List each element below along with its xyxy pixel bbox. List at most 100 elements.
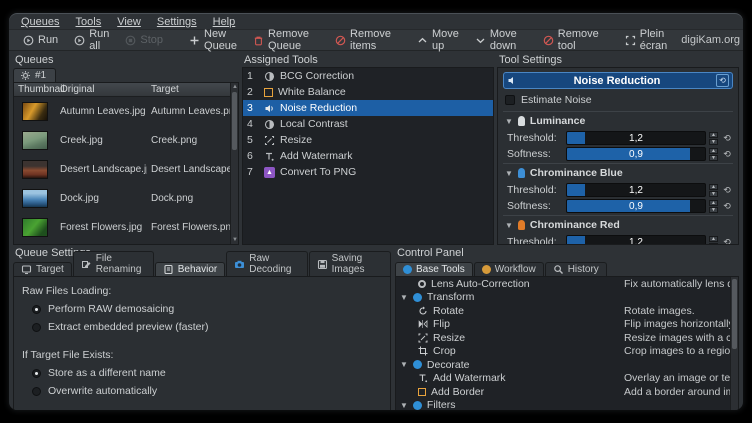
- threshold-spinner[interactable]: ▲▼: [709, 184, 718, 197]
- thumbnail-forest-flowers: [22, 218, 48, 237]
- collapse-caret-icon[interactable]: ▼: [505, 169, 513, 178]
- trash-icon: [253, 35, 264, 46]
- list-item-convert-to-png[interactable]: 7 ▲ Convert To PNG: [243, 164, 493, 180]
- list-item-local-contrast[interactable]: 4 Local Contrast: [243, 116, 493, 132]
- expand-caret-icon[interactable]: ▼: [400, 401, 408, 410]
- move-up-button[interactable]: Move up: [411, 27, 465, 53]
- softness-spinner[interactable]: ▲▼: [709, 200, 718, 213]
- tab-workflow[interactable]: Workflow: [474, 262, 544, 276]
- tab-behavior[interactable]: Behavior: [155, 262, 225, 276]
- table-row[interactable]: Creek.jpg Creek.png: [14, 126, 238, 155]
- save-disk-icon: [317, 259, 328, 270]
- radio-icon[interactable]: [32, 387, 41, 396]
- stop-button[interactable]: Stop: [119, 33, 169, 47]
- column-target[interactable]: Target: [147, 83, 238, 96]
- tab-saving-images[interactable]: Saving Images: [309, 251, 391, 276]
- list-item-bcg-correction[interactable]: 1 BCG Correction: [243, 68, 493, 84]
- queue-settings-tab-bar: Target File Renaming Behavior Raw Decodi…: [13, 260, 391, 276]
- tree-group-filters[interactable]: ▼Filters: [396, 399, 738, 412]
- remove-queue-button[interactable]: Remove Queue: [247, 27, 315, 53]
- run-all-button[interactable]: Run all: [68, 27, 115, 53]
- column-original[interactable]: Original: [56, 83, 147, 96]
- threshold-spinner[interactable]: ▲▼: [709, 132, 718, 145]
- reset-default-icon[interactable]: ⟲: [721, 133, 733, 144]
- expand-caret-icon[interactable]: ▼: [400, 360, 408, 369]
- threshold-slider[interactable]: 1,2: [566, 235, 706, 245]
- move-down-button[interactable]: Move down: [469, 27, 523, 53]
- fullscreen-icon: [625, 35, 636, 46]
- new-queue-button[interactable]: New Queue: [183, 27, 243, 53]
- reset-default-icon[interactable]: ⟲: [721, 237, 733, 246]
- radio-icon[interactable]: [32, 323, 41, 332]
- column-thumbnail[interactable]: Thumbnail: [14, 83, 56, 96]
- expand-caret-icon[interactable]: ▼: [400, 293, 408, 302]
- control-panel-scrollbar[interactable]: ▼: [730, 277, 738, 411]
- radio-extract-embedded-preview[interactable]: Extract embedded preview (faster): [32, 321, 382, 333]
- section-chrominance-red[interactable]: ▼ Chrominance Red: [503, 215, 733, 233]
- active-tool-header: Noise Reduction ⟲: [503, 72, 733, 89]
- remove-tool-button[interactable]: Remove tool: [537, 27, 605, 53]
- scrollbar-handle[interactable]: [232, 92, 237, 150]
- radio-icon-selected[interactable]: [32, 369, 41, 378]
- table-row[interactable]: Dock.jpg Dock.png: [14, 184, 238, 213]
- list-item-add-watermark[interactable]: 6 Add Watermark: [243, 148, 493, 164]
- estimate-noise-row[interactable]: Estimate Noise: [505, 94, 731, 106]
- assigned-tools-title: Assigned Tools: [242, 54, 494, 67]
- tree-group-decorate[interactable]: ▼Decorate: [396, 358, 738, 372]
- reset-tool-button[interactable]: ⟲: [716, 74, 729, 87]
- reset-default-icon[interactable]: ⟲: [721, 201, 733, 212]
- threshold-slider[interactable]: 1,2: [566, 131, 706, 145]
- scrollbar-handle[interactable]: [732, 279, 737, 349]
- remove-items-button[interactable]: Remove items: [329, 27, 397, 53]
- tab-target[interactable]: Target: [13, 262, 72, 276]
- tree-item-flip[interactable]: Flip Flip images horizontally or vertica…: [396, 318, 738, 332]
- table-row[interactable]: Autumn Leaves.jpg Autumn Leaves.png: [14, 97, 238, 126]
- tab-base-tools[interactable]: Base Tools: [395, 262, 473, 276]
- queue-table-scrollbar[interactable]: ▲ ▼: [230, 83, 238, 244]
- tree-item-add-border[interactable]: Add Border Add a border around images: [396, 385, 738, 399]
- reset-default-icon[interactable]: ⟲: [721, 149, 733, 160]
- list-item-resize[interactable]: 5 Resize: [243, 132, 493, 148]
- border-icon: [418, 388, 426, 396]
- list-item-white-balance[interactable]: 2 White Balance: [243, 84, 493, 100]
- radio-icon-selected[interactable]: [32, 305, 41, 314]
- softness-slider[interactable]: 0,9: [566, 199, 706, 213]
- tree-item-rotate[interactable]: Rotate Rotate images.: [396, 304, 738, 318]
- fullscreen-button[interactable]: Plein écran: [619, 27, 674, 53]
- scroll-down-arrow[interactable]: ▼: [232, 237, 238, 243]
- assigned-tools-panel: Assigned Tools 1 BCG Correction 2 White …: [242, 54, 494, 245]
- section-chrominance-blue[interactable]: ▼ Chrominance Blue: [503, 163, 733, 181]
- run-button[interactable]: Run: [17, 33, 64, 47]
- list-item-noise-reduction[interactable]: 3 Noise Reduction: [243, 100, 493, 116]
- tree-item-crop[interactable]: Crop Crop images to a region.: [396, 345, 738, 359]
- digikam-brand[interactable]: digiKam.org: [681, 34, 744, 47]
- menu-queues[interactable]: Queues: [21, 16, 60, 28]
- estimate-noise-checkbox[interactable]: [505, 95, 515, 105]
- tree-group-transform[interactable]: ▼Transform: [396, 291, 738, 305]
- queue-tab-1[interactable]: #1: [13, 68, 56, 82]
- threshold-spinner[interactable]: ▲▼: [709, 236, 718, 246]
- radio-overwrite-automatically[interactable]: Overwrite automatically: [32, 385, 382, 397]
- no-entry-icon: [335, 35, 346, 46]
- tab-history[interactable]: History: [545, 262, 607, 276]
- tab-file-renaming[interactable]: File Renaming: [73, 251, 154, 276]
- softness-spinner[interactable]: ▲▼: [709, 148, 718, 161]
- table-row[interactable]: Desert Landscape.jpg Desert Landscape.pn…: [14, 155, 238, 184]
- collapse-caret-icon[interactable]: ▼: [505, 117, 513, 126]
- tab-raw-decoding[interactable]: Raw Decoding: [226, 251, 307, 276]
- section-luminance[interactable]: ▼ Luminance: [503, 111, 733, 129]
- radio-store-as-different-name[interactable]: Store as a different name: [32, 367, 382, 379]
- scroll-up-arrow[interactable]: ▲: [232, 84, 238, 90]
- menu-view[interactable]: View: [117, 16, 141, 28]
- threshold-slider[interactable]: 1,2: [566, 183, 706, 197]
- tree-item-lens-auto-correction[interactable]: Lens Auto-Correction Fix automatically l…: [396, 277, 738, 291]
- tool-settings-panel: Tool Settings Noise Reduction ⟲ Estimate…: [497, 54, 739, 245]
- softness-slider[interactable]: 0,9: [566, 147, 706, 161]
- collapse-caret-icon[interactable]: ▼: [505, 221, 513, 230]
- reset-default-icon[interactable]: ⟲: [721, 185, 733, 196]
- table-row[interactable]: Forest Flowers.jpg Forest Flowers.png: [14, 213, 238, 242]
- tree-item-add-watermark[interactable]: Add Watermark Overlay an image or text a…: [396, 372, 738, 386]
- tree-item-resize[interactable]: Resize Resize images with a customized l…: [396, 331, 738, 345]
- table-row[interactable]: Forest.jpg Forest.png: [14, 242, 238, 244]
- radio-perform-raw-demosaicing[interactable]: Perform RAW demosaicing: [32, 303, 382, 315]
